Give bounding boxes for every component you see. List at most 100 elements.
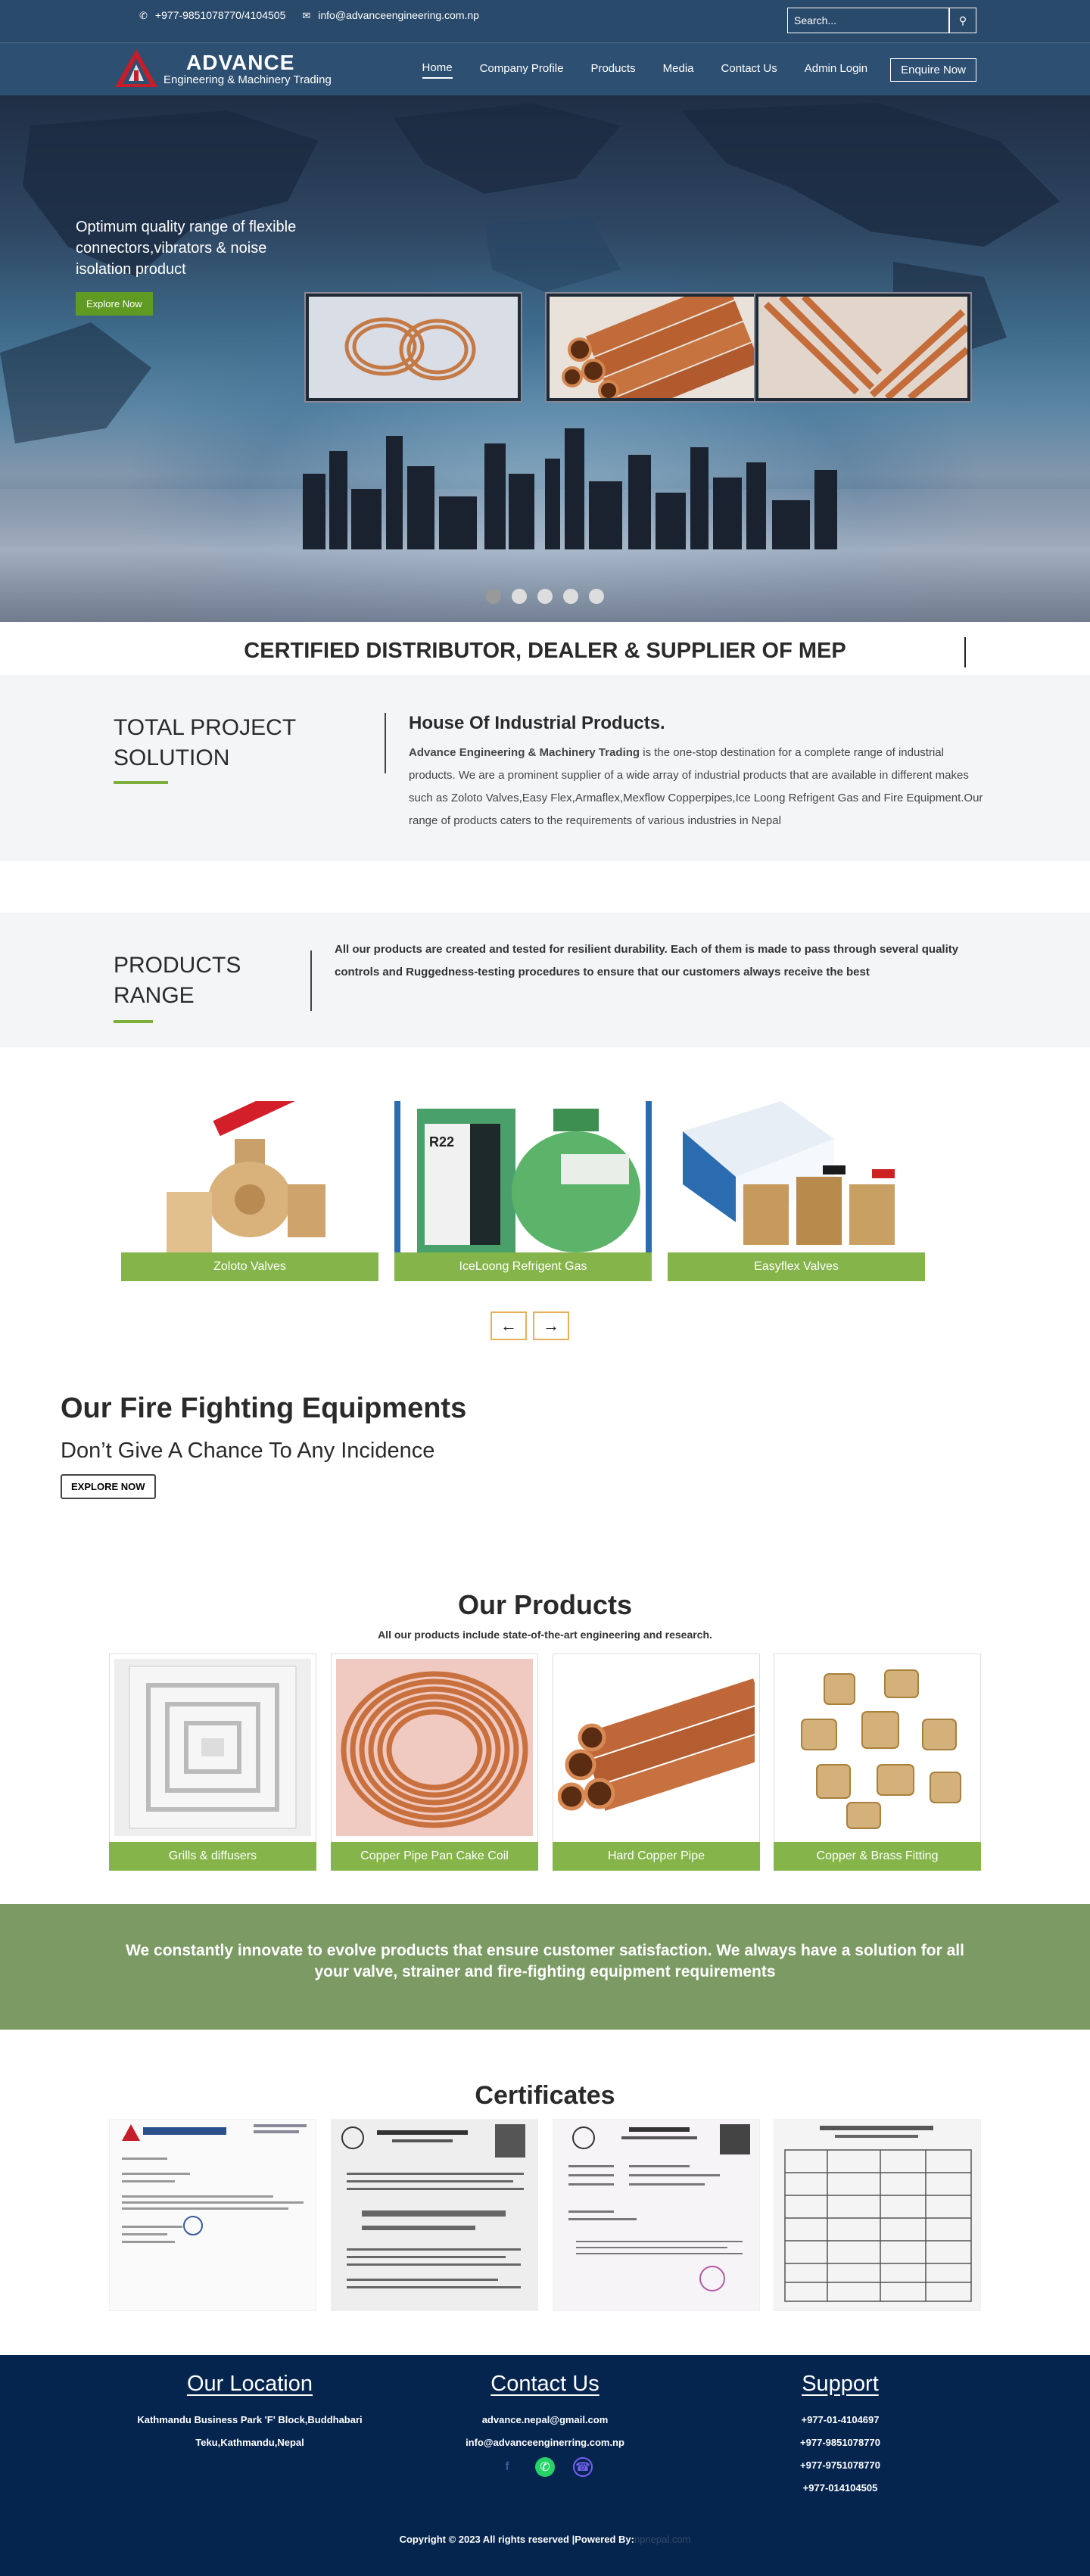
banner-text: We constantly innovate to evolve product…	[126, 1942, 964, 1980]
phone-text: +977-9851078770/4104505	[154, 9, 286, 21]
support-phone[interactable]: +977-9851078770	[689, 2431, 992, 2454]
product-label: Easyflex Valves	[668, 1252, 925, 1281]
copyright: Copyright © 2023 All rights reserved |Po…	[0, 2534, 1090, 2545]
section-divider	[385, 713, 386, 773]
product-label: Zoloto Valves	[121, 1252, 378, 1281]
company-name: Advance Engineering & Machinery Trading	[409, 746, 640, 759]
total-project-heading: House Of Industrial Products.	[409, 713, 665, 733]
nav-contact-us[interactable]: Contact Us	[721, 62, 777, 78]
support-title: Support	[802, 2372, 879, 2396]
explore-now-button[interactable]: EXPLORE NOW	[61, 1474, 156, 1499]
social-links: f ✆ ☎	[394, 2457, 696, 2477]
product-card[interactable]: Zoloto Valves	[121, 1101, 378, 1281]
fire-title: Our Fire Fighting Equipments	[61, 1392, 467, 1424]
our-products-section: Our Products All our products include st…	[0, 1589, 1090, 1641]
hero-image-copper-pipes	[545, 292, 763, 403]
slider-prev-button[interactable]: ←	[490, 1311, 527, 1340]
our-products-subtitle: All our products include state-of-the-ar…	[378, 1629, 712, 1641]
products-range-title: PRODUCTS RANGE	[114, 953, 241, 1008]
top-bar: ✆ +977-9851078770/4104505 ✉ info@advanceen…	[0, 0, 1090, 42]
main-nav: Home Company Profile Products Media Cont…	[422, 58, 976, 82]
contact-email[interactable]: info@advanceenginerring.com.np	[394, 2431, 696, 2454]
copper-coil-icon	[336, 1659, 533, 1836]
hero-slider: Optimum quality range of flexible connec…	[0, 95, 1090, 622]
contact-title: Contact Us	[490, 2372, 600, 2396]
ceiling-diffuser-icon	[114, 1659, 311, 1836]
products-range-body: All our products are created and tested …	[335, 943, 959, 978]
hero-slide-dots	[0, 589, 1090, 604]
svg-text:R22: R22	[429, 1134, 454, 1150]
innovation-banner: We constantly innovate to evolve product…	[0, 1904, 1090, 2030]
product-label: Copper & Brass Fitting	[774, 1842, 981, 1871]
certificates-title: Certificates	[475, 2081, 615, 2110]
slide-dot-1[interactable]	[486, 589, 501, 604]
contact-email[interactable]: advance.nepal@gmail.com	[394, 2409, 696, 2431]
hero-image-copper-rods	[754, 292, 972, 403]
search-button[interactable]: ⚲	[949, 8, 976, 33]
slide-dot-3[interactable]	[537, 589, 553, 604]
logo-brand: ADVANCE	[186, 50, 295, 74]
nav-company-profile[interactable]: Company Profile	[480, 62, 564, 78]
site-footer: Our Location Kathmandu Business Park 'F'…	[0, 2355, 1090, 2576]
slider-arrows: ← →	[490, 1311, 569, 1340]
total-project-title: TOTAL PROJECT SOLUTION	[114, 715, 296, 770]
product-label: Copper Pipe Pan Cake Coil	[331, 1842, 538, 1871]
fire-fighting-section: Our Fire Fighting Equipments Don’t Give …	[61, 1392, 466, 1499]
footer-support: Support +977-01-4104697 +977-9851078770 …	[689, 2372, 992, 2500]
fire-subtitle: Don’t Give A Chance To Any Incidence	[61, 1439, 435, 1463]
product-card[interactable]: Copper Pipe Pan Cake Coil	[331, 1654, 538, 1871]
site-logo[interactable]: ADVANCE Engineering & Machinery Trading	[114, 48, 332, 89]
slide-dot-2[interactable]	[512, 589, 527, 604]
support-phone[interactable]: +977-9751078770	[689, 2454, 992, 2477]
city-skyline-graphic	[303, 428, 837, 549]
search-input[interactable]	[787, 8, 949, 33]
nav-admin-login[interactable]: Admin Login	[805, 62, 867, 78]
product-card[interactable]: Grills & diffusers	[109, 1654, 316, 1871]
enquire-now-button[interactable]: Enquire Now	[890, 58, 976, 82]
product-card[interactable]: Copper & Brass Fitting	[774, 1654, 981, 1871]
section-divider	[310, 950, 312, 1011]
tagline-divider	[964, 637, 966, 667]
slide-dot-5[interactable]	[589, 589, 604, 604]
support-phones: +977-01-4104697 +977-9851078770 +977-975…	[689, 2409, 992, 2500]
certificates-grid	[109, 2119, 981, 2311]
search-icon: ⚲	[958, 14, 967, 26]
support-phone[interactable]: +977-014104505	[689, 2477, 992, 2500]
phone-contact[interactable]: ✆ +977-9851078770/4104505	[139, 9, 285, 22]
tagline-section: CERTIFIED DISTRIBUTOR, DEALER & SUPPLIER…	[0, 622, 1090, 675]
address-line: Teku,Kathmandu,Nepal	[195, 2437, 304, 2448]
certificate-tax-image[interactable]	[553, 2119, 760, 2311]
nav-home[interactable]: Home	[422, 61, 453, 79]
certificate-registration-image[interactable]	[331, 2119, 538, 2311]
viber-icon[interactable]: ☎	[573, 2457, 593, 2477]
support-phone[interactable]: +977-01-4104697	[689, 2409, 992, 2431]
facebook-icon[interactable]: f	[497, 2457, 517, 2477]
top-contact: ✆ +977-9851078770/4104505 ✉ info@advanceen…	[139, 9, 479, 22]
products-grid: Grills & diffusers Copper Pipe Pan Cake …	[109, 1654, 981, 1871]
whatsapp-icon[interactable]: ✆	[535, 2457, 555, 2477]
powered-by-link[interactable]: npnepal.com	[634, 2534, 690, 2545]
footer-contact: Contact Us advance.nepal@gmail.com info@…	[394, 2372, 696, 2477]
nav-products[interactable]: Products	[590, 62, 635, 78]
product-label: IceLoong Refrigent Gas	[394, 1252, 652, 1281]
title-underline	[114, 781, 168, 784]
certificate-table-image[interactable]	[774, 2119, 981, 2311]
product-slider: Zoloto Valves R22 IceLoong Refrigent Gas	[121, 1101, 925, 1283]
slider-next-button[interactable]: →	[533, 1311, 569, 1340]
hero-explore-button[interactable]: Explore Now	[76, 292, 153, 316]
contact-emails: advance.nepal@gmail.com info@advanceengi…	[394, 2409, 696, 2454]
product-card[interactable]: Hard Copper Pipe	[553, 1654, 760, 1871]
email-contact[interactable]: ✉ info@advanceengineering.com.np	[302, 9, 479, 22]
nav-media[interactable]: Media	[663, 62, 694, 78]
product-label: Hard Copper Pipe	[553, 1842, 760, 1871]
hero-headline: Optimum quality range of flexible connec…	[76, 219, 297, 278]
product-card[interactable]: R22 IceLoong Refrigent Gas	[394, 1101, 652, 1281]
certificate-letterhead-image[interactable]	[109, 2119, 316, 2311]
copper-pipes-icon	[558, 1659, 755, 1836]
products-range-section: PRODUCTS RANGE All our products are crea…	[0, 913, 1090, 1047]
slide-dot-4[interactable]	[563, 589, 578, 604]
tagline-text: CERTIFIED DISTRIBUTOR, DEALER & SUPPLIER…	[244, 639, 846, 663]
our-products-title: Our Products	[457, 1589, 633, 1620]
product-card[interactable]: Easyflex Valves	[668, 1101, 925, 1281]
certificates-section: Certificates	[0, 2081, 1090, 2111]
